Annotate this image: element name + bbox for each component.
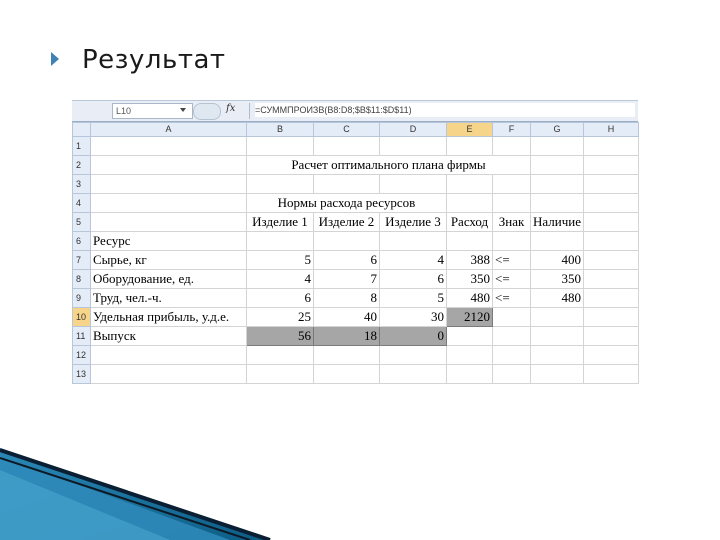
slide-corner-decoration [0, 448, 271, 540]
